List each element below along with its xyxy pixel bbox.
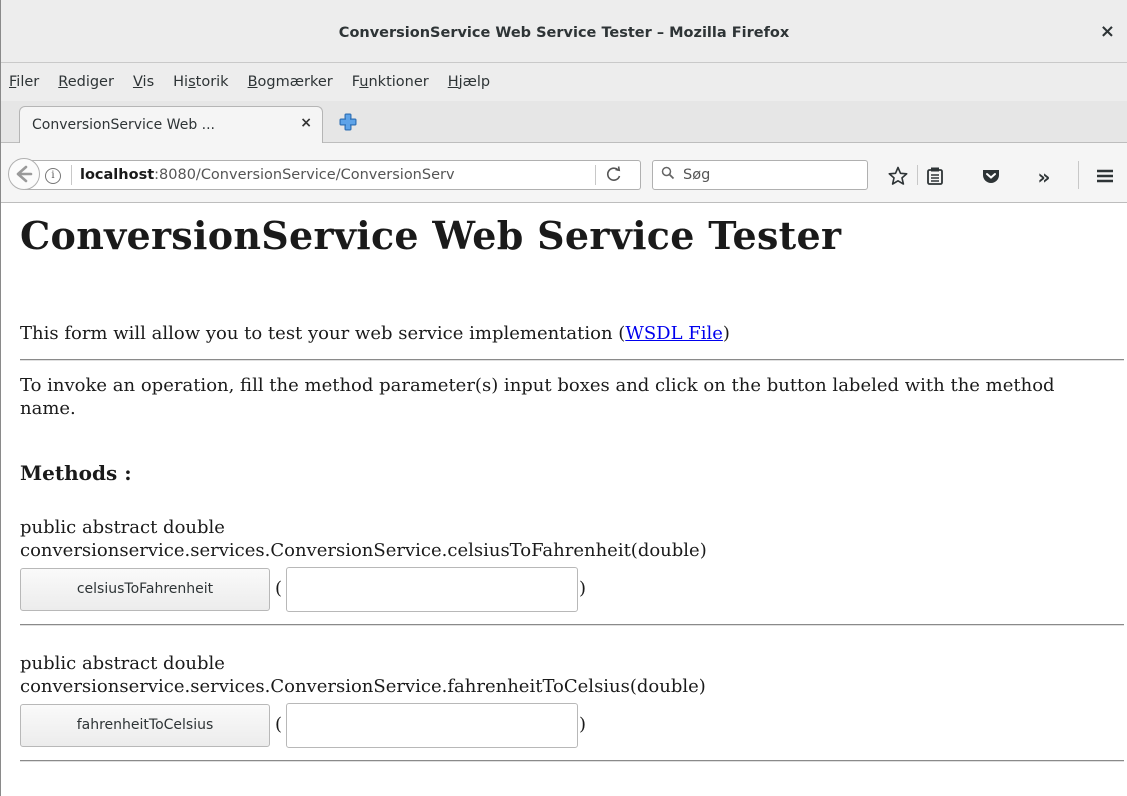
info-icon[interactable]: i [45,168,61,184]
divider [20,624,1124,626]
instructions-text: To invoke an operation, fill the method … [20,375,1055,419]
tab-close-icon[interactable]: × [300,115,312,131]
method-signature: public abstract double conversionservice… [20,517,707,561]
window-title: ConversionService Web Service Tester – M… [338,25,790,41]
navigation-bar: i localhost:8080/ConversionService/Conve… [1,143,1127,203]
url-divider [71,165,72,185]
hamburger-menu-icon[interactable] [1093,165,1117,189]
pocket-icon[interactable] [979,165,1003,189]
browser-window: ConversionService Web Service Tester – M… [0,0,1127,796]
toolbar-divider [917,165,918,185]
reload-divider [595,165,596,185]
back-arrow-icon [16,165,33,183]
divider [20,760,1124,762]
method-signature: public abstract double conversionservice… [20,653,706,697]
search-icon [661,166,675,184]
menu-vis[interactable]: Vis [131,72,156,92]
bookmark-star-icon[interactable] [886,165,910,189]
search-bar[interactable]: Søg [652,160,868,190]
close-paren: ) [579,714,587,735]
new-tab-plus-icon[interactable] [337,111,359,133]
page-title: ConversionService Web Service Tester [20,213,842,258]
close-paren: ) [579,578,587,599]
intro-paragraph: This form will allow you to test your we… [20,323,730,344]
celsius-input[interactable] [286,567,578,612]
title-bar: ConversionService Web Service Tester – M… [1,0,1127,63]
reload-icon[interactable] [605,165,627,185]
bookmarks-list-icon[interactable] [923,165,947,189]
menu-bar: Filer Rediger Vis Historik Bogmærker Fun… [1,63,1127,101]
search-placeholder: Søg [683,167,711,183]
window-close-button[interactable]: × [1100,22,1115,42]
back-button[interactable] [8,158,40,190]
page-content: ConversionService Web Service Tester Thi… [1,203,1127,796]
wsdl-link[interactable]: WSDL File [625,323,723,344]
url-text[interactable]: localhost:8080/ConversionService/Convers… [80,167,540,183]
menu-rediger[interactable]: Rediger [56,72,116,92]
open-paren: ( [275,714,283,735]
methods-heading: Methods : [20,461,132,485]
tab-strip: ConversionService Web ... × [1,101,1127,143]
fahrenheit-to-celsius-button[interactable]: fahrenheitToCelsius [20,704,270,747]
celsius-to-fahrenheit-button[interactable]: celsiusToFahrenheit [20,568,270,611]
divider [20,359,1124,361]
tab-label: ConversionService Web ... [32,117,216,133]
menu-funktioner[interactable]: Funktioner [350,72,431,92]
menu-divider [1078,161,1079,189]
menu-filer[interactable]: Filer [7,72,41,92]
fahrenheit-input[interactable] [286,703,578,748]
tab-conversion-service[interactable]: ConversionService Web ... × [19,106,323,143]
menu-hjaelp[interactable]: Hjælp [446,72,492,92]
menu-bogmaerker[interactable]: Bogmærker [246,72,335,92]
overflow-chevron-icon[interactable]: » [1032,165,1056,189]
menu-historik[interactable]: Historik [171,72,230,92]
open-paren: ( [275,578,283,599]
